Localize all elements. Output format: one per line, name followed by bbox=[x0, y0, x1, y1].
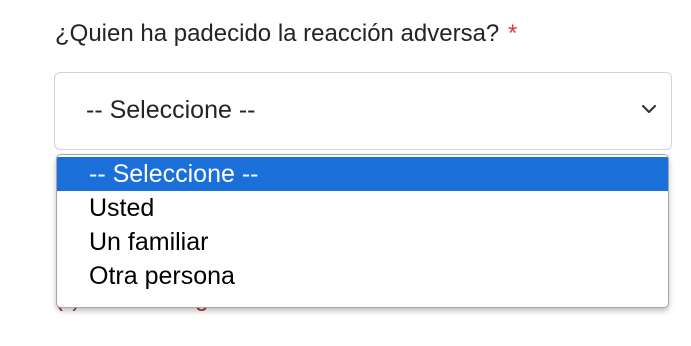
question-label: ¿Quien ha padecido la reacción adversa? … bbox=[55, 20, 517, 48]
form-stage: ¿Quien ha padecido la reacción adversa? … bbox=[0, 0, 691, 346]
question-text: ¿Quien ha padecido la reacción adversa? bbox=[55, 20, 500, 47]
dropdown-option-usted[interactable]: Usted bbox=[57, 191, 668, 225]
dropdown-option-seleccione[interactable]: -- Seleccione -- bbox=[57, 157, 668, 191]
dropdown-option-un-familiar[interactable]: Un familiar bbox=[57, 225, 668, 259]
select-dropdown-list: -- Seleccione -- Usted Un familiar Otra … bbox=[56, 154, 669, 308]
dropdown-option-otra-persona[interactable]: Otra persona bbox=[57, 259, 668, 293]
chevron-down-icon bbox=[641, 104, 657, 114]
select-current-value: -- Seleccione -- bbox=[86, 96, 256, 124]
required-asterisk: * bbox=[507, 20, 518, 47]
reaction-subject-select[interactable]: -- Seleccione -- bbox=[54, 72, 672, 150]
